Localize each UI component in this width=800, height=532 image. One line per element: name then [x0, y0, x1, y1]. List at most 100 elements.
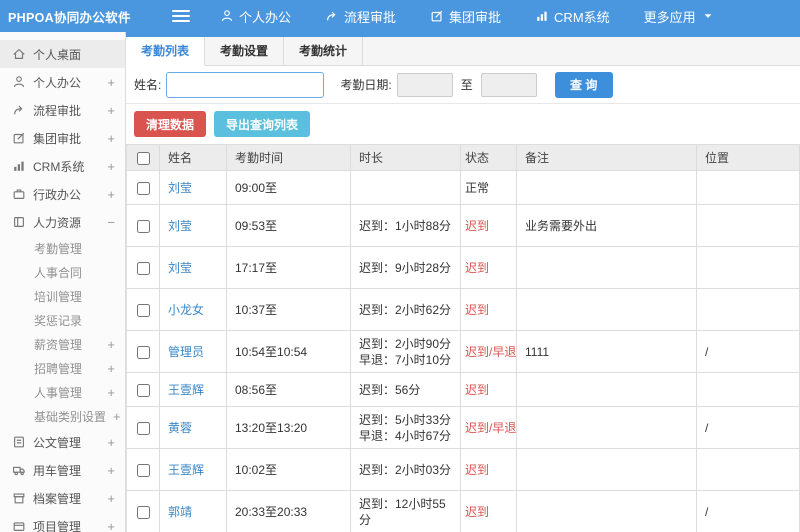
sidebar-item-公文管理[interactable]: 公文管理 + [0, 428, 125, 456]
expand-icon[interactable]: + [107, 361, 115, 376]
sidebar-item-集团审批[interactable]: 集团审批 + [0, 124, 125, 152]
table-row: 刘莹 17:17至 迟到：9小时28分 迟到 [126, 246, 800, 289]
employee-name-link[interactable]: 小龙女 [168, 303, 204, 317]
sidebar-item-行政办公[interactable]: 行政办公 + [0, 180, 125, 208]
sidebar-item-奖惩记录[interactable]: 奖惩记录 [0, 308, 125, 332]
date-to-input[interactable] [480, 72, 537, 97]
search-button[interactable]: 查 询 [554, 71, 613, 98]
date-from-input[interactable] [396, 72, 453, 97]
sidebar-item-档案管理[interactable]: 档案管理 + [0, 484, 125, 512]
row-checkbox[interactable] [136, 219, 150, 233]
cell-note: 业务需要外出 [516, 204, 697, 247]
sidebar-item-人事管理[interactable]: 人事管理 + [0, 380, 125, 404]
expand-icon[interactable]: + [107, 187, 115, 202]
hamburger-icon[interactable] [172, 10, 190, 22]
sidebar-item-用车管理[interactable]: 用车管理 + [0, 456, 125, 484]
nav-item-CRM系统[interactable]: CRM系统 [535, 7, 610, 26]
cell-duration: 迟到：5小时33分 早退：4小时67分 [350, 406, 461, 449]
navbar-menu: 个人办公 流程审批 集团审批 CRM系统 更多应用 [220, 7, 715, 26]
row-checkbox[interactable] [136, 383, 150, 397]
expand-icon[interactable]: + [113, 409, 121, 424]
edit-icon [430, 9, 444, 23]
nav-item-label: 更多应用 [643, 9, 696, 25]
employee-name-link[interactable]: 王壹辉 [168, 463, 204, 477]
nav-item-集团审批[interactable]: 集团审批 [430, 7, 501, 26]
row-checkbox[interactable] [136, 261, 150, 275]
date-filter-label: 考勤日期: [340, 78, 392, 92]
cell-duration: 迟到：2小时90分 早退：7小时10分 [350, 330, 461, 373]
sidebar-item-人事合同[interactable]: 人事合同 [0, 260, 125, 284]
expand-icon[interactable]: + [107, 491, 115, 506]
select-all-checkbox[interactable] [136, 151, 150, 165]
row-checkbox[interactable] [136, 345, 150, 359]
sidebar-item-个人办公[interactable]: 个人办公 + [0, 68, 125, 96]
sidebar-item-label: 用车管理 [33, 463, 82, 478]
cell-location [696, 372, 800, 407]
sidebar-item-项目管理[interactable]: 项目管理 + [0, 512, 125, 532]
row-checkbox[interactable] [136, 505, 150, 519]
tab-考勤设置[interactable]: 考勤设置 [205, 37, 285, 65]
sidebar-item-label: 集团审批 [33, 131, 82, 146]
employee-name-link[interactable]: 黄蓉 [168, 421, 192, 435]
expand-icon[interactable]: + [107, 103, 115, 118]
expand-icon[interactable]: + [107, 463, 115, 478]
export-list-button[interactable]: 导出查询列表 [214, 111, 311, 137]
sidebar-item-基础类别设置[interactable]: 基础类别设置 + [0, 404, 125, 428]
expand-icon[interactable]: + [107, 159, 115, 174]
sidebar-item-招聘管理[interactable]: 招聘管理 + [0, 356, 125, 380]
tab-bar: 考勤列表 考勤设置 考勤统计 [126, 37, 800, 66]
filter-bar: 姓名: 考勤日期: 至 查 询 [126, 66, 800, 104]
table-row: 管理员 10:54至10:54 迟到：2小时90分 早退：7小时10分 迟到/早退 111… [126, 330, 800, 373]
expand-icon[interactable]: + [107, 75, 115, 90]
nav-item-更多应用[interactable]: 更多应用 [644, 7, 715, 26]
nav-item-label: 集团审批 [449, 9, 502, 25]
nav-item-流程审批[interactable]: 流程审批 [325, 7, 396, 26]
employee-name-link[interactable]: 刘莹 [168, 181, 192, 195]
table-row: 刘莹 09:00至 正常 [126, 170, 800, 205]
employee-name-link[interactable]: 王壹辉 [168, 383, 204, 397]
row-checkbox[interactable] [136, 421, 150, 435]
top-navbar: PHPOA协同办公软件 个人办公 流程审批 集团审批 CRM系统 更多应用 [0, 0, 800, 32]
sidebar-submenu: 考勤管理 人事合同 培训管理 奖惩记录 薪资管理 + 招聘管理 + 人事管理 + 基础类别设置 + [0, 236, 125, 428]
row-checkbox[interactable] [136, 181, 150, 195]
cell-name: 管理员 [159, 330, 227, 373]
sidebar-item-label: 奖惩记录 [34, 313, 83, 328]
cell-note [516, 448, 697, 491]
nav-item-个人办公[interactable]: 个人办公 [220, 7, 291, 26]
employee-name-link[interactable]: 刘莹 [168, 261, 192, 275]
employee-name-link[interactable]: 郭靖 [168, 505, 192, 519]
row-checkbox[interactable] [136, 463, 150, 477]
expand-icon[interactable]: + [107, 131, 115, 146]
expand-icon[interactable]: + [107, 337, 115, 352]
home-icon [12, 47, 26, 61]
expand-icon[interactable]: + [107, 519, 115, 532]
sidebar-item-个人桌面[interactable]: 个人桌面 [0, 40, 125, 68]
sidebar-item-label: 人事管理 [34, 385, 83, 400]
main-content: 考勤列表 考勤设置 考勤统计 姓名: 考勤日期: 至 查 询 清理数据 导出查询列表… [126, 32, 800, 532]
cell-status: 迟到 [460, 204, 517, 247]
column-header-备注: 备注 [516, 144, 697, 171]
collapse-icon[interactable]: − [107, 215, 115, 230]
cell-name: 王壹辉 [159, 372, 227, 407]
attendance-table: 姓名 考勤时间 时长 状态 备注 位置 刘莹 09:00至 正常 刘莹 09:53至 迟到：1小时8… [126, 144, 800, 532]
cell-attendance-time: 08:56至 [226, 372, 351, 407]
tab-考勤列表[interactable]: 考勤列表 [126, 37, 206, 66]
nav-item-label: 流程审批 [344, 9, 397, 25]
sidebar-item-流程审批[interactable]: 流程审批 + [0, 96, 125, 124]
clear-data-button[interactable]: 清理数据 [134, 111, 207, 137]
sidebar-item-人力资源[interactable]: 人力资源 − [0, 208, 125, 236]
expand-icon[interactable]: + [107, 435, 115, 450]
tab-考勤统计[interactable]: 考勤统计 [284, 37, 364, 65]
cell-attendance-time: 09:00至 [226, 170, 351, 205]
sidebar-item-培训管理[interactable]: 培训管理 [0, 284, 125, 308]
sidebar-item-CRM系统[interactable]: CRM系统 + [0, 152, 125, 180]
employee-name-link[interactable]: 刘莹 [168, 219, 192, 233]
row-checkbox[interactable] [136, 303, 150, 317]
employee-name-link[interactable]: 管理员 [168, 345, 204, 359]
name-filter-input[interactable] [166, 71, 325, 98]
sidebar-item-薪资管理[interactable]: 薪资管理 + [0, 332, 125, 356]
sidebar-item-考勤管理[interactable]: 考勤管理 [0, 236, 125, 260]
cell-note [516, 406, 697, 449]
nav-item-label: 个人办公 [239, 9, 292, 25]
expand-icon[interactable]: + [107, 385, 115, 400]
